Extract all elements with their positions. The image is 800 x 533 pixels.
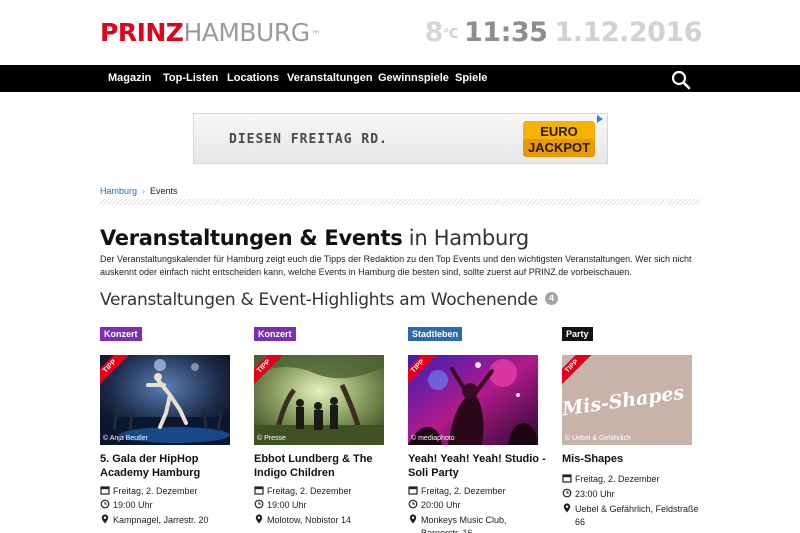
event-date: Freitag, 2. Dezember xyxy=(562,473,702,486)
breadcrumb-separator: › xyxy=(142,186,146,196)
calendar-icon xyxy=(408,486,418,495)
location-pin-icon xyxy=(409,514,417,524)
category-badge[interactable]: Konzert xyxy=(100,327,142,341)
intro-text: Der Veranstaltungskalender für Hamburg z… xyxy=(100,254,692,277)
event-time: 23:00 Uhr xyxy=(562,488,702,501)
event-time: 19:00 Uhr xyxy=(100,499,240,512)
event-card[interactable]: Konzert TIPP © Anja Beutler 5. Gala der … xyxy=(100,327,240,533)
event-card[interactable]: Konzert TIPP © Presse Ebbot Lundberg & T… xyxy=(254,327,394,533)
event-title[interactable]: Ebbot Lundberg & The Indigo Children xyxy=(254,452,394,480)
category-badge[interactable]: Party xyxy=(562,327,593,341)
nav-item-gewinnspiele[interactable]: Gewinnspiele xyxy=(378,65,449,92)
event-card[interactable]: Stadtleben TIPP © mediaphoto Yeah! Yeah!… xyxy=(408,327,548,533)
breadcrumb-home-link[interactable]: Hamburg xyxy=(100,186,137,196)
current-time: 11:35 xyxy=(464,17,548,48)
event-location: Monkeys Music Club, Barnerstr. 16 xyxy=(408,514,548,533)
nav-item-magazin[interactable]: Magazin xyxy=(108,65,151,92)
category-badge[interactable]: Konzert xyxy=(254,327,296,341)
temperature-unit: °C xyxy=(442,27,459,42)
weather-clock: 8°C 11:35 1.12.2016 xyxy=(424,17,703,49)
event-card[interactable]: Party Mis-Shapes TIPP © Uebel & Gefährli… xyxy=(562,327,702,533)
logo-city: HAMBURG xyxy=(183,18,310,47)
section-title: Veranstaltungen & Event-Highlights am Wo… xyxy=(100,289,558,311)
page-title-bold: Veranstaltungen & Events xyxy=(100,226,403,250)
ad-info-icon[interactable] xyxy=(596,115,604,123)
event-time: 20:00 Uhr xyxy=(408,499,548,512)
page-title: Veranstaltungen & Events in Hamburg xyxy=(100,224,529,252)
breadcrumb-current: Events xyxy=(150,186,178,196)
calendar-icon xyxy=(254,486,264,495)
event-image[interactable]: TIPP © Anja Beutler xyxy=(100,355,230,445)
event-image[interactable]: TIPP © mediaphoto xyxy=(408,355,538,445)
site-logo[interactable]: PRINZHAMBURG™ xyxy=(100,18,321,48)
event-title[interactable]: 5. Gala der HipHop Academy Hamburg xyxy=(100,452,240,480)
ad-banner[interactable]: DIESEN FREITAG RD. EURO JACKPOT xyxy=(193,113,608,164)
main-nav: Magazin Top-Listen Locations Veranstaltu… xyxy=(0,65,800,92)
event-location: Kampnagel, Jarrestr. 20 xyxy=(100,514,240,527)
nav-item-veranstaltungen[interactable]: Veranstaltungen xyxy=(287,65,373,92)
event-title[interactable]: Mis-Shapes xyxy=(562,452,702,466)
current-date: 1.12.2016 xyxy=(554,17,702,48)
nav-item-top-listen[interactable]: Top-Listen xyxy=(163,65,218,92)
clock-icon xyxy=(562,488,572,498)
event-time: 19:00 Uhr xyxy=(254,499,394,512)
category-badge[interactable]: Stadtleben xyxy=(408,327,463,341)
image-credit: © Presse xyxy=(257,435,286,442)
event-location: Molotow, Nobistor 14 xyxy=(254,514,394,527)
nav-item-locations[interactable]: Locations xyxy=(227,65,279,92)
calendar-icon xyxy=(100,486,110,495)
event-title[interactable]: Yeah! Yeah! Yeah! Studio - Soli Party xyxy=(408,452,548,480)
image-credit: © Uebel & Gefährlich xyxy=(565,435,631,442)
event-date: Freitag, 2. Dezember xyxy=(408,485,548,498)
clock-icon xyxy=(254,499,264,509)
site-header: PRINZHAMBURG™ 8°C 11:35 1.12.2016 xyxy=(0,0,800,65)
event-date: Freitag, 2. Dezember xyxy=(100,485,240,498)
location-pin-icon xyxy=(101,514,109,524)
ad-logo-line1: EURO xyxy=(540,124,578,139)
breadcrumb: Hamburg › Events xyxy=(100,185,178,197)
image-credit: © mediaphoto xyxy=(411,435,455,442)
event-image[interactable]: TIPP © Presse xyxy=(254,355,384,445)
logo-trademark: ™ xyxy=(310,30,321,41)
nav-item-spiele[interactable]: Spiele xyxy=(455,65,487,92)
location-pin-icon xyxy=(563,503,571,513)
ad-logo-line2: JACKPOT xyxy=(528,140,590,155)
calendar-icon xyxy=(562,474,572,483)
page-title-light: in Hamburg xyxy=(408,226,529,250)
search-icon[interactable] xyxy=(671,70,691,90)
divider xyxy=(100,199,700,205)
ad-text: DIESEN FREITAG RD. xyxy=(229,132,388,147)
clock-icon xyxy=(408,499,418,509)
event-image[interactable]: Mis-Shapes TIPP © Uebel & Gefährlich xyxy=(562,355,692,445)
image-credit: © Anja Beutler xyxy=(103,435,148,442)
clock-icon xyxy=(100,499,110,509)
location-pin-icon xyxy=(255,514,263,524)
logo-brand: PRINZ xyxy=(100,18,184,47)
eurojackpot-logo: EURO JACKPOT xyxy=(523,121,595,157)
section-count-badge: 4 xyxy=(544,292,558,305)
section-title-text: Veranstaltungen & Event-Highlights am Wo… xyxy=(100,290,538,310)
event-date: Freitag, 2. Dezember xyxy=(254,485,394,498)
event-location: Uebel & Gefährlich, Feldstraße 66 xyxy=(562,503,702,529)
temperature: 8 xyxy=(424,17,444,48)
